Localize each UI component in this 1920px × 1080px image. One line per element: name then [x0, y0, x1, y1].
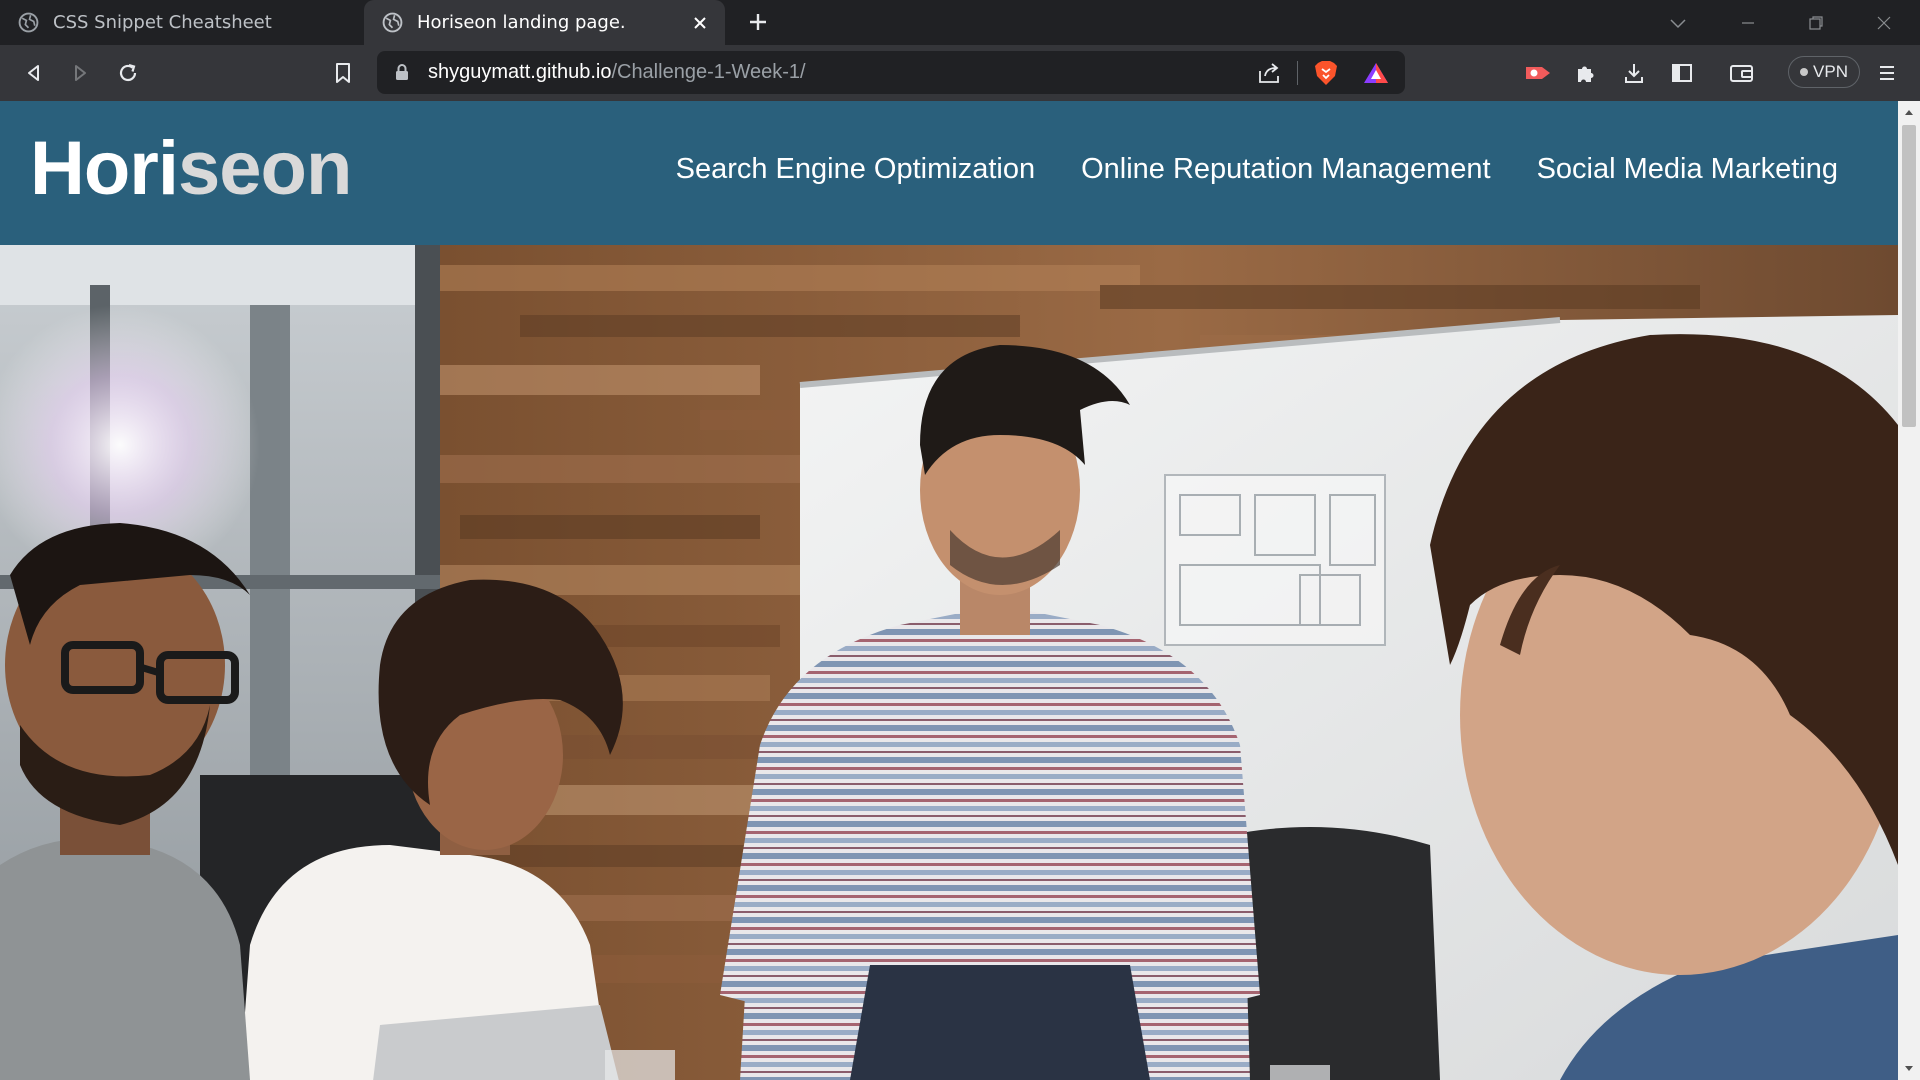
extensions-button[interactable]	[1570, 57, 1602, 89]
back-button[interactable]	[18, 57, 50, 89]
new-tab-button[interactable]	[744, 8, 772, 36]
wallet-icon	[1730, 65, 1753, 82]
page-scrollbar[interactable]	[1898, 101, 1920, 1080]
wallet-button[interactable]	[1726, 57, 1758, 89]
vpn-status-dot	[1800, 68, 1809, 76]
tab-title: Horiseon landing page.	[417, 12, 626, 33]
page-viewport: Horiseon Search Engine Optimization Onli…	[0, 101, 1898, 1080]
restore-icon	[1809, 15, 1823, 30]
puzzle-icon	[1578, 66, 1594, 82]
plus-icon	[750, 14, 766, 30]
hero-image	[0, 245, 1898, 1080]
tab-search-button[interactable]	[1644, 0, 1712, 45]
tab-css-snippet-cheatsheet[interactable]: CSS Snippet Cheatsheet	[0, 0, 364, 45]
site-logo[interactable]: Horiseon	[30, 131, 352, 207]
sidebar-toggle-button[interactable]	[1666, 57, 1698, 89]
rewards-triangle-icon	[1364, 63, 1388, 83]
forward-button[interactable]	[64, 57, 96, 89]
scroll-down-button[interactable]	[1898, 1058, 1920, 1080]
scroll-up-button[interactable]	[1898, 101, 1920, 123]
url-path: /Challenge-1-Week-1/	[611, 61, 806, 83]
nav-link-social-media-marketing[interactable]: Social Media Marketing	[1537, 153, 1838, 186]
bookmark-button[interactable]	[327, 57, 359, 89]
omnibox-divider	[1297, 61, 1298, 85]
vpn-button[interactable]: VPN	[1788, 56, 1860, 88]
nav-link-search-engine-optimization[interactable]: Search Engine Optimization	[676, 153, 1035, 186]
nav-link-online-reputation-management[interactable]: Online Reputation Management	[1081, 153, 1490, 186]
scrollbar-thumb[interactable]	[1902, 125, 1916, 427]
chevron-down-icon	[1670, 18, 1686, 28]
team-meeting-photo	[0, 245, 1898, 1080]
globe-icon	[382, 12, 403, 33]
site-header: Horiseon Search Engine Optimization Onli…	[0, 101, 1898, 245]
lock-icon	[396, 64, 408, 80]
record-icon	[1526, 67, 1550, 79]
close-icon	[1877, 16, 1891, 29]
url-text: shyguymatt.github.io/Challenge-1-Week-1/	[428, 61, 806, 84]
browser-toolbar: shyguymatt.github.io/Challenge-1-Week-1/…	[0, 45, 1920, 101]
forward-arrow-icon	[75, 65, 86, 81]
share-button[interactable]	[1256, 59, 1284, 87]
hamburger-menu-icon	[1880, 66, 1894, 80]
scroll-up-icon	[1905, 110, 1913, 115]
share-icon	[1259, 63, 1279, 83]
reload-button[interactable]	[112, 57, 144, 89]
screen-recorder-button[interactable]	[1522, 57, 1554, 89]
brave-lion-icon	[1315, 61, 1337, 85]
tab-title: CSS Snippet Cheatsheet	[53, 12, 272, 33]
globe-icon	[18, 12, 39, 33]
bookmark-icon	[336, 63, 350, 83]
tab-strip: CSS Snippet Cheatsheet Horiseon landing …	[0, 0, 1920, 45]
menu-button[interactable]	[1871, 57, 1903, 89]
minimize-icon	[1742, 21, 1754, 24]
tab-horiseon-landing-page[interactable]: Horiseon landing page.	[364, 0, 725, 45]
restore-button[interactable]	[1782, 0, 1850, 45]
sidebar-icon	[1672, 64, 1692, 82]
close-window-button[interactable]	[1850, 0, 1918, 45]
address-bar[interactable]: shyguymatt.github.io/Challenge-1-Week-1/	[377, 51, 1405, 94]
minimize-button[interactable]	[1714, 0, 1782, 45]
logo-main: Hori	[30, 126, 179, 211]
scroll-down-icon	[1905, 1066, 1913, 1071]
brave-rewards-button[interactable]	[1362, 59, 1390, 87]
close-icon	[694, 16, 706, 29]
close-tab-button[interactable]	[689, 12, 711, 34]
back-arrow-icon	[28, 65, 39, 81]
site-nav: Search Engine Optimization Online Reputa…	[676, 153, 1838, 186]
brave-shields-button[interactable]	[1312, 59, 1340, 87]
vpn-label: VPN	[1813, 62, 1848, 81]
downloads-button[interactable]	[1618, 57, 1650, 89]
url-host: shyguymatt.github.io	[428, 61, 612, 83]
logo-accent: seon	[178, 126, 352, 211]
download-icon	[1625, 64, 1643, 83]
reload-icon	[119, 63, 137, 82]
